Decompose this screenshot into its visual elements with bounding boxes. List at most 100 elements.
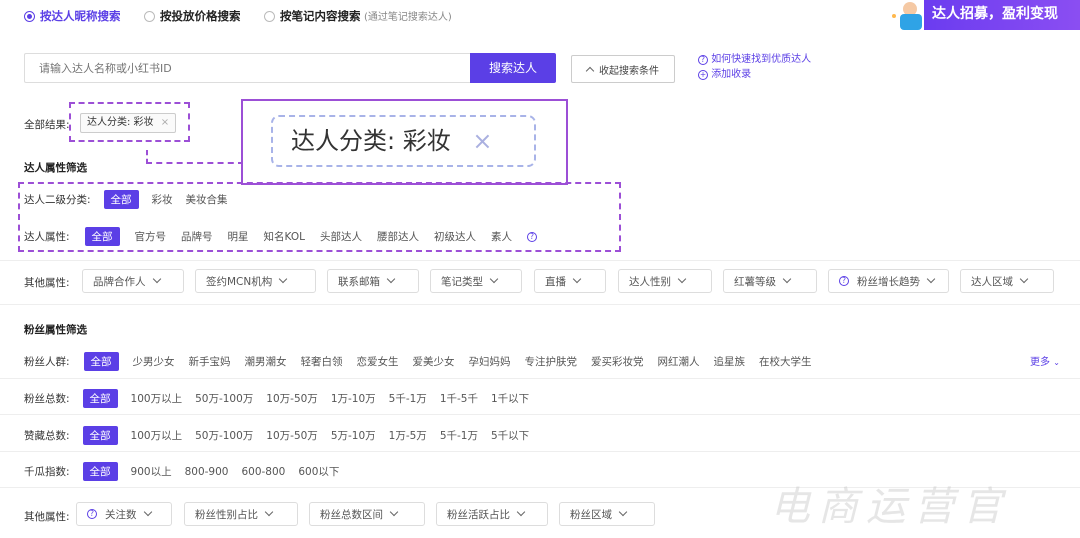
fan-group-option[interactable]: 新手宝妈 [189, 354, 231, 369]
tab-price-search[interactable]: 按投放价格搜索 [144, 9, 244, 23]
chevron-down-icon [782, 274, 792, 284]
question-icon: ? [87, 509, 97, 519]
chevron-down-icon [279, 274, 288, 284]
dropdown-gender[interactable]: 达人性别 [618, 269, 712, 293]
chevron-down-icon [618, 507, 628, 517]
search-input-wrapper [24, 53, 470, 83]
subcategory-option[interactable]: 彩妆 [152, 192, 173, 207]
fan-group-option[interactable]: 爱美少女 [413, 354, 455, 369]
attribute-option[interactable]: 腰部达人 [377, 229, 419, 244]
fan-group-option[interactable]: 爱买彩妆党 [591, 354, 644, 369]
search-input[interactable] [25, 54, 470, 82]
fan-total-row: 粉丝总数: 全部 100万以上 50万-100万 10万-50万 1万-10万 … [24, 389, 529, 408]
subcategory-option[interactable]: 美妆合集 [186, 192, 228, 207]
radio-icon [264, 11, 275, 22]
attribute-option[interactable]: 头部达人 [320, 229, 362, 244]
dropdown-mcn[interactable]: 签约MCN机构 [195, 269, 316, 293]
likes-total-option[interactable]: 1万-5万 [389, 428, 427, 443]
fan-total-option[interactable]: 50万-100万 [195, 391, 253, 406]
dropdown-fan-growth[interactable]: ? 粉丝增长趋势 [828, 269, 949, 293]
fan-group-option[interactable]: 少男少女 [133, 354, 175, 369]
watermark: 电商运营官 [770, 484, 1010, 530]
qiangua-index-option[interactable]: 600-800 [241, 466, 285, 478]
dropdown-live[interactable]: 直播 [534, 269, 606, 293]
fan-total-all[interactable]: 全部 [82, 389, 118, 408]
banner-text: 达人招募，盈利变现 [924, 0, 1080, 30]
divider [0, 487, 1080, 488]
attribute-all[interactable]: 全部 [84, 227, 120, 246]
fan-total-option[interactable]: 1万-10万 [331, 391, 376, 406]
fan-group-option[interactable]: 网红潮人 [658, 354, 700, 369]
question-icon[interactable]: ? [526, 231, 537, 242]
chevron-down-icon [572, 274, 582, 284]
collapse-conditions-button[interactable]: 收起搜索条件 [571, 55, 675, 83]
search-button[interactable]: 搜索达人 [470, 53, 556, 83]
tab-note-content-search[interactable]: 按笔记内容搜索 (通过笔记搜索达人) [264, 9, 452, 23]
likes-total-option[interactable]: 5千以下 [491, 428, 529, 443]
likes-total-option[interactable]: 5千-1万 [440, 428, 478, 443]
dropdown-brand-partner[interactable]: 品牌合作人 [82, 269, 184, 293]
chevron-down-icon [677, 274, 687, 284]
mascot-icon [890, 0, 926, 30]
fan-total-option[interactable]: 5千-1万 [389, 391, 427, 406]
dropdown-fan-region[interactable]: 粉丝区域 [559, 502, 655, 526]
plus-circle-icon: + [698, 70, 708, 80]
divider [0, 451, 1080, 452]
likes-total-option[interactable]: 5万-10万 [331, 428, 376, 443]
attribute-option[interactable]: 明星 [228, 229, 249, 244]
attribute-option[interactable]: 官方号 [135, 229, 167, 244]
how-to-find-link[interactable]: ? 如何快速找到优质达人 [698, 52, 811, 67]
attribute-option[interactable]: 品牌号 [181, 229, 213, 244]
add-collection-link[interactable]: + 添加收录 [698, 67, 811, 82]
chevron-down-icon [264, 507, 274, 517]
fan-total-option[interactable]: 10万-50万 [266, 391, 318, 406]
fan-group-option[interactable]: 轻奢白领 [301, 354, 343, 369]
dropdown-level[interactable]: 红薯等级 [723, 269, 817, 293]
dropdown-fan-gender-ratio[interactable]: 粉丝性别占比 [184, 502, 298, 526]
fan-group-option[interactable]: 孕妇妈妈 [469, 354, 511, 369]
dropdown-follow-count[interactable]: ? 关注数 [76, 502, 172, 526]
fan-group-option[interactable]: 专注护肤党 [525, 354, 578, 369]
chevron-down-icon [389, 507, 399, 517]
likes-total-option[interactable]: 10万-50万 [266, 428, 318, 443]
dropdown-email[interactable]: 联系邮箱 [327, 269, 419, 293]
subcategory-row: 达人二级分类: 全部 彩妆 美妆合集 [24, 190, 228, 209]
tag-highlight-box [69, 102, 190, 142]
qiangua-index-option[interactable]: 900以上 [131, 464, 172, 479]
qiangua-index-option[interactable]: 800-900 [185, 466, 229, 478]
fan-group-option[interactable]: 在校大学生 [759, 354, 812, 369]
tab-nickname-search[interactable]: 按达人昵称搜索 [24, 9, 124, 23]
chevron-down-icon [143, 507, 152, 517]
fan-group-option[interactable]: 恋爱女生 [357, 354, 399, 369]
likes-total-option[interactable]: 50万-100万 [195, 428, 253, 443]
chevron-down-icon [516, 507, 526, 517]
likes-total-all[interactable]: 全部 [82, 426, 118, 445]
fan-total-option[interactable]: 1千以下 [491, 391, 529, 406]
fan-groups-row: 粉丝人群: 全部 少男少女 新手宝妈 潮男潮女 轻奢白领 恋爱女生 爱美少女 孕… [24, 352, 812, 371]
dropdown-region[interactable]: 达人区域 [960, 269, 1054, 293]
influencer-filter-title: 达人属性筛选 [24, 162, 87, 174]
fan-group-all[interactable]: 全部 [83, 352, 119, 371]
fan-total-option[interactable]: 1千-5千 [440, 391, 478, 406]
qiangua-index-all[interactable]: 全部 [82, 462, 118, 481]
divider [0, 378, 1080, 379]
fan-group-option[interactable]: 潮男潮女 [245, 354, 287, 369]
chevron-down-icon [152, 274, 161, 284]
chevron-up-icon [585, 66, 595, 75]
radio-icon [144, 11, 155, 22]
likes-total-option[interactable]: 100万以上 [131, 428, 183, 443]
attribute-option[interactable]: 初级达人 [434, 229, 476, 244]
dropdown-note-type[interactable]: 笔记类型 [430, 269, 522, 293]
attribute-option[interactable]: 素人 [491, 229, 512, 244]
fan-group-option[interactable]: 追星族 [714, 354, 746, 369]
more-button[interactable]: 更多 ⌄ [1030, 353, 1060, 368]
fan-total-option[interactable]: 100万以上 [131, 391, 183, 406]
recruit-banner[interactable]: 达人招募，盈利变现 [884, 0, 1080, 30]
qiangua-index-option[interactable]: 600以下 [298, 464, 339, 479]
dropdown-fan-active-ratio[interactable]: 粉丝活跃占比 [436, 502, 548, 526]
dropdown-fan-total-range[interactable]: 粉丝总数区间 [309, 502, 425, 526]
likes-total-row: 赞藏总数: 全部 100万以上 50万-100万 10万-50万 5万-10万 … [24, 426, 529, 445]
attribute-option[interactable]: 知名KOL [264, 229, 305, 244]
help-links: ? 如何快速找到优质达人 + 添加收录 [698, 52, 811, 82]
subcategory-all[interactable]: 全部 [103, 190, 139, 209]
